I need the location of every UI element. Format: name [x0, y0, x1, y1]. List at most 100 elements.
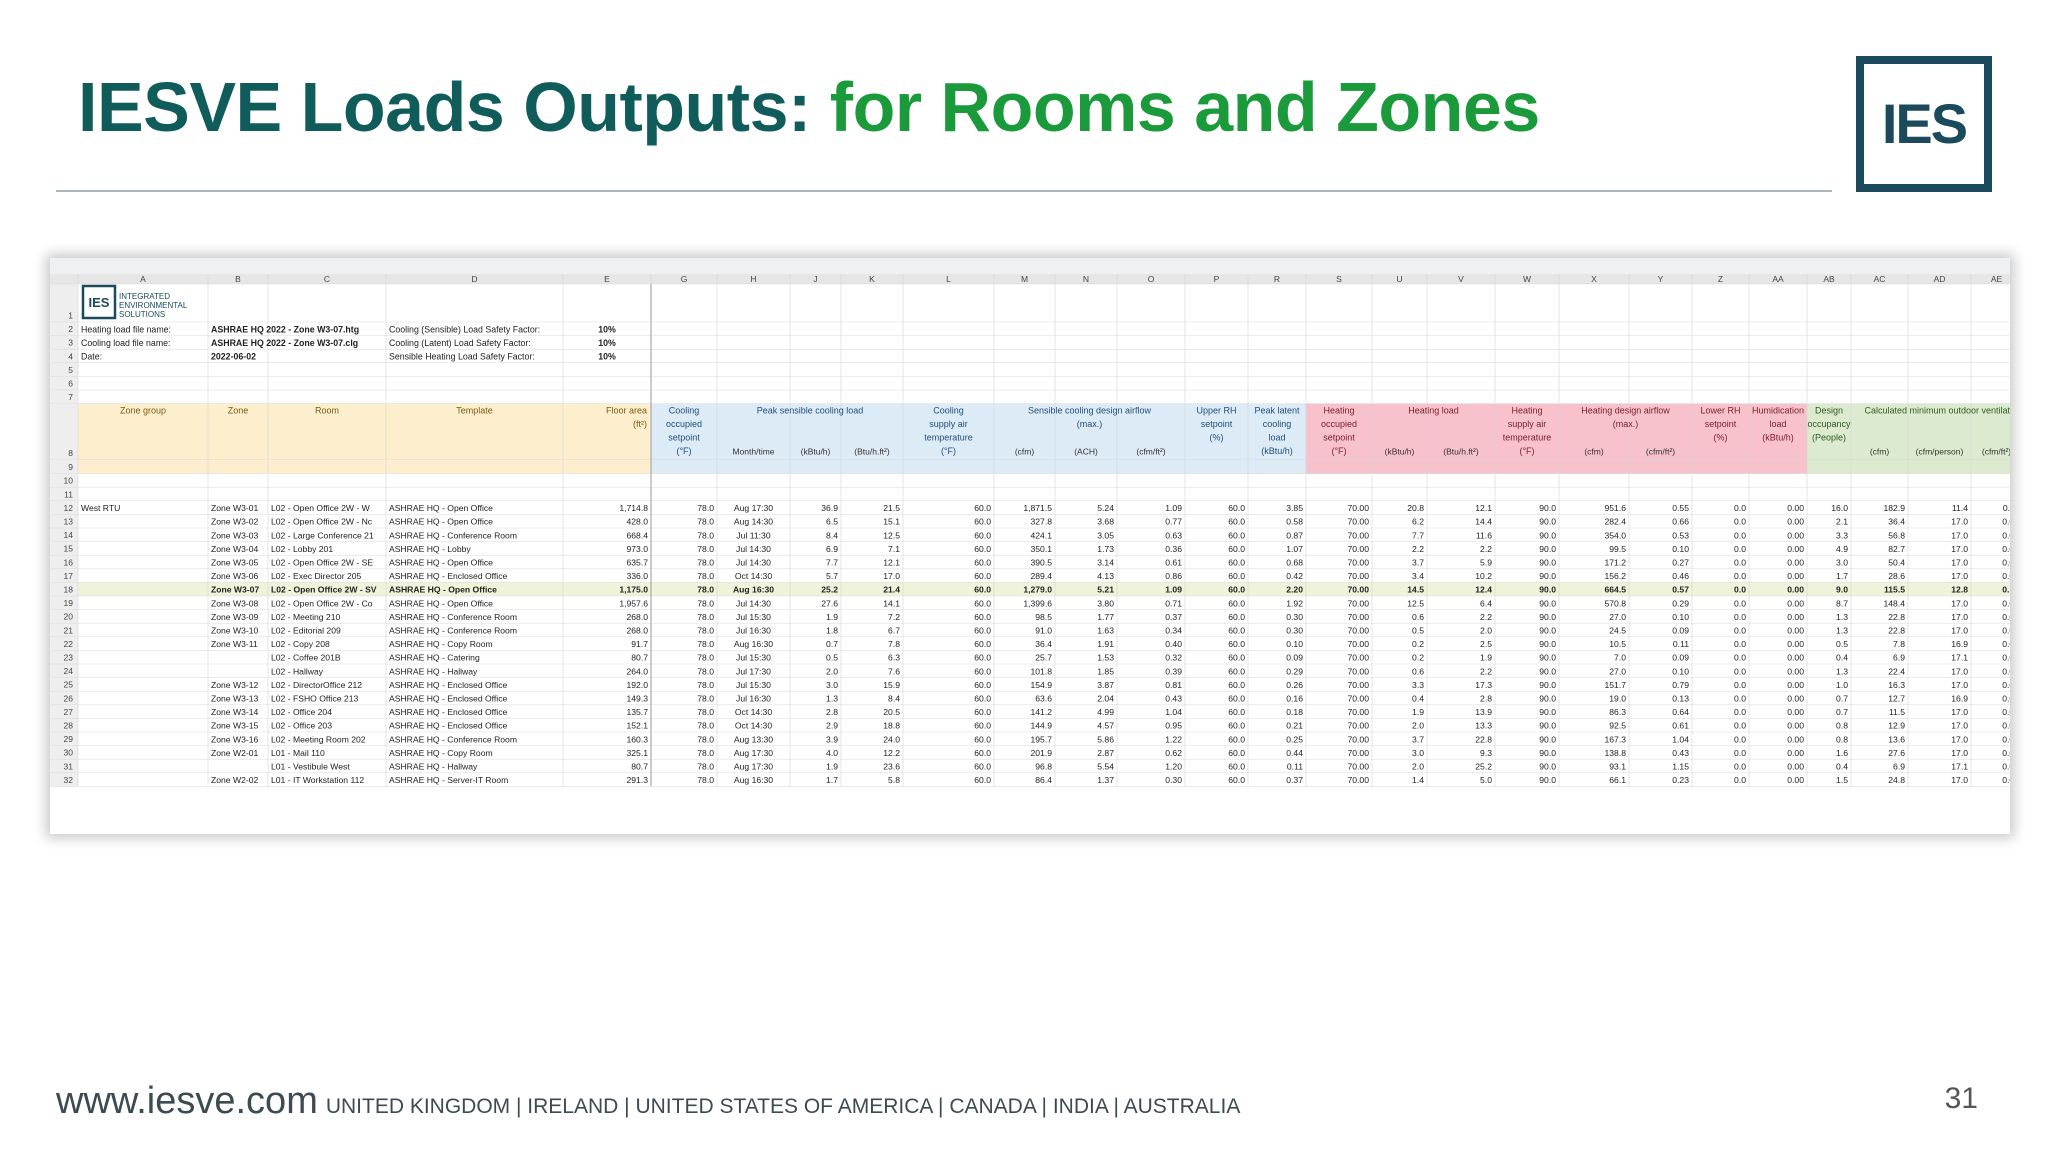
table-cell: 78.0: [697, 626, 714, 636]
table-cell: 0.00: [1787, 775, 1804, 785]
table-cell: ASHRAE HQ - Lobby: [389, 544, 471, 554]
table-cell: 0.32: [1165, 653, 1182, 663]
table-cell: 0.4: [1836, 653, 1848, 663]
table-cell: 17.3: [1475, 680, 1492, 690]
table-cell: 2.2: [1480, 666, 1492, 676]
table-cell: 0.55: [1672, 503, 1689, 513]
table-cell: 60.0: [974, 503, 991, 513]
table-cell: 93.1: [1609, 762, 1626, 772]
table-cell: 6.9: [1893, 653, 1905, 663]
table-cell: 2.2: [1412, 544, 1424, 554]
table-cell: 195.7: [1030, 734, 1052, 744]
table-cell: 17.0: [1951, 558, 1968, 568]
table-cell: 0.08: [2002, 598, 2010, 608]
table-cell: 96.8: [1035, 762, 1052, 772]
table-cell: 90.0: [1539, 721, 1556, 731]
table-cell: 2.8: [826, 707, 838, 717]
table-cell: 16.0: [1831, 503, 1848, 513]
table-cell: 60.0: [974, 721, 991, 731]
table-cell: 17.0: [883, 571, 900, 581]
table-cell: 0.46: [1672, 571, 1689, 581]
table-cell: 3.4: [1412, 571, 1424, 581]
unit-label: (cfm/person): [1916, 447, 1964, 457]
table-cell: 10.5: [1609, 639, 1626, 649]
table-cell: 0.11: [1673, 639, 1689, 649]
table-cell: 70.00: [1347, 598, 1369, 608]
table-cell: 60.0: [1228, 707, 1245, 717]
table-cell: 80.7: [631, 653, 648, 663]
table-cell: 0.68: [1286, 558, 1303, 568]
table-cell: 7.0: [1614, 653, 1626, 663]
table-cell: 60.0: [1228, 653, 1245, 663]
table-cell: 2.0: [826, 666, 838, 676]
row-number: 2: [68, 324, 73, 334]
table-cell: 0.0: [1734, 721, 1746, 731]
ies-logo: IES: [1856, 56, 1992, 192]
table-cell: L02 - Open Office 2W - SE: [271, 558, 373, 568]
table-cell: 0.10: [1672, 612, 1689, 622]
table-cell: 2.0: [1480, 626, 1492, 636]
table-cell: 78.0: [697, 639, 714, 649]
table-cell: 0.08: [2002, 517, 2010, 527]
table-cell: 0.00: [1787, 626, 1804, 636]
table-cell: 70.00: [1347, 748, 1369, 758]
table-cell: 21.4: [883, 585, 900, 595]
table-cell: 3.14: [1097, 558, 1114, 568]
table-cell: 21.5: [883, 503, 900, 513]
table-cell: 664.5: [1604, 585, 1626, 595]
table-cell: 66.1: [1609, 775, 1626, 785]
group-header-text: setpoint: [1323, 433, 1355, 443]
table-cell: 82.7: [1888, 544, 1905, 554]
table-cell: Zone W3-10: [211, 626, 259, 636]
table-cell: 20.5: [883, 707, 900, 717]
table-cell: 1.53: [1097, 653, 1114, 663]
table-cell: 154.9: [1030, 680, 1052, 690]
meta-factor-label: Cooling (Sensible) Load Safety Factor:: [389, 325, 540, 335]
table-cell: 70.00: [1347, 734, 1369, 744]
table-cell: 19.0: [1609, 694, 1626, 704]
table-cell: 0.0: [1734, 612, 1746, 622]
table-cell: 0.00: [1787, 585, 1804, 595]
unit-label: (cfm/ft²): [1136, 447, 1165, 457]
table-cell: Aug 16:30: [734, 639, 773, 649]
table-cell: 570.8: [1604, 598, 1626, 608]
table-cell: 325.1: [626, 748, 648, 758]
meta-value: 2022-06-02: [211, 352, 256, 362]
group-header-text: Sensible cooling design airflow: [1028, 406, 1152, 416]
row-number: 30: [64, 748, 74, 758]
table-cell: 0.09: [1286, 653, 1303, 663]
table-cell: Aug 13:30: [734, 734, 773, 744]
table-cell: 0.37: [1286, 775, 1303, 785]
table-cell: 5.21: [1097, 585, 1114, 595]
table-cell: 0.30: [1286, 612, 1303, 622]
table-cell: 0.37: [1165, 612, 1182, 622]
table-cell: 60.0: [1228, 585, 1245, 595]
row-number: 9: [68, 462, 73, 472]
table-cell: 0.18: [1286, 707, 1303, 717]
slide-title-part1: IESVE Loads Outputs:: [78, 68, 830, 146]
table-cell: 60.0: [1228, 517, 1245, 527]
table-cell: ASHRAE HQ - Enclosed Office: [389, 721, 508, 731]
row-number: 10: [64, 476, 74, 486]
table-cell: 0.00: [1787, 639, 1804, 649]
table-cell: 16.9: [1951, 694, 1968, 704]
row-number: 3: [68, 338, 73, 348]
table-cell: 8.7: [1836, 598, 1848, 608]
column-letter: U: [1396, 274, 1402, 284]
table-cell: 0.2: [1412, 653, 1424, 663]
table-cell: 0.00: [1787, 694, 1804, 704]
column-letter: K: [869, 274, 875, 284]
table-cell: 0.0: [1734, 503, 1746, 513]
table-cell: 2.5: [1480, 639, 1492, 649]
table-cell: 60.0: [1228, 748, 1245, 758]
table-cell: 1.37: [1097, 775, 1114, 785]
meta-factor-value: 10%: [598, 325, 616, 335]
table-cell: 327.8: [1030, 517, 1052, 527]
table-cell: 14.1: [883, 598, 900, 608]
table-cell: 12.1: [1475, 503, 1492, 513]
table-cell: 0.10: [1672, 544, 1689, 554]
table-cell: 78.0: [697, 503, 714, 513]
table-cell: 60.0: [1228, 694, 1245, 704]
table-cell: 1.22: [1165, 734, 1182, 744]
table-cell: 0.00: [1787, 721, 1804, 731]
